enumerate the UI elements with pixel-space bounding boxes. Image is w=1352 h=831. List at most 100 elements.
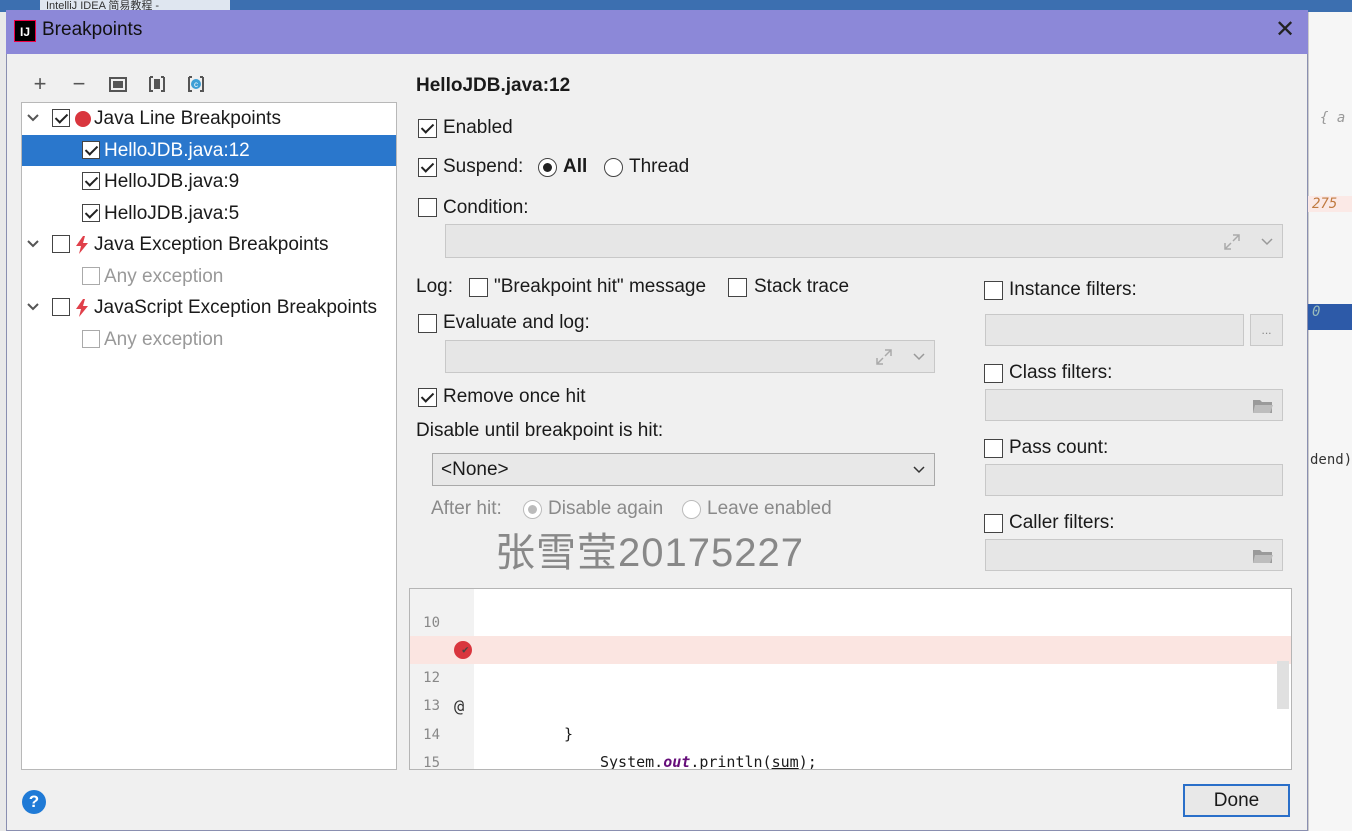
evaluate-and-log-checkbox[interactable] — [418, 314, 437, 333]
item-checkbox[interactable] — [82, 204, 100, 222]
background-code-snippet: 0 — [1308, 304, 1352, 330]
background-editor-pane — [1308, 12, 1352, 831]
pass-count-checkbox[interactable] — [984, 439, 1003, 458]
code-line: 10 sum += i; — [423, 615, 717, 660]
tree-group-javascript-exception[interactable]: JavaScript Exception Breakpoints — [22, 292, 396, 323]
tree-group-java-line[interactable]: Java Line Breakpoints — [22, 103, 396, 134]
close-button[interactable]: ✕ — [1272, 17, 1298, 43]
instance-filters-label: Instance filters: — [1009, 279, 1137, 300]
tree-item[interactable]: Any exception — [22, 261, 396, 292]
code-line: 13 } — [423, 698, 574, 743]
group-checkbox[interactable] — [52, 109, 70, 127]
item-checkbox[interactable] — [82, 172, 100, 190]
enabled-label: Enabled — [443, 117, 513, 138]
group-checkbox[interactable] — [52, 235, 70, 253]
instance-filters-input[interactable] — [985, 314, 1244, 346]
background-code-snippet: { a — [1320, 110, 1346, 126]
condition-input[interactable] — [445, 224, 1283, 258]
tree-item[interactable]: HelloJDB.java:9 — [22, 166, 396, 197]
leave-enabled-label: Leave enabled — [707, 498, 832, 519]
suspend-thread-radio[interactable] — [604, 158, 623, 177]
code-line: 11 — [410, 609, 1291, 659]
disable-again-label: Disable again — [548, 498, 664, 519]
override-marker-icon: @ — [454, 697, 465, 717]
help-button[interactable]: ? — [22, 790, 46, 814]
disable-until-value: <None> — [441, 459, 509, 480]
suspend-checkbox[interactable] — [418, 158, 437, 177]
chevron-down-icon[interactable] — [26, 237, 40, 251]
condition-checkbox[interactable] — [418, 198, 437, 217]
suspend-all-radio[interactable] — [538, 158, 557, 177]
item-checkbox[interactable] — [82, 141, 100, 159]
folder-icon[interactable] — [1252, 397, 1274, 415]
group-by-package-icon[interactable] — [106, 72, 130, 96]
stack-trace-label: Stack trace — [754, 276, 850, 297]
instance-filters-browse-button[interactable]: ... — [1250, 314, 1283, 346]
add-icon[interactable]: + — [28, 72, 52, 96]
code-preview: 10 sum += i; 11 12 ✔ System.out.println(… — [409, 588, 1292, 770]
evaluate-and-log-label: Evaluate and log: — [443, 312, 590, 333]
stack-trace-checkbox[interactable] — [728, 278, 747, 297]
suspend-label: Suspend: — [443, 156, 524, 177]
instance-filters-checkbox[interactable] — [984, 281, 1003, 300]
item-label: HelloJDB.java:12 — [104, 140, 250, 161]
pass-count-label: Pass count: — [1009, 437, 1109, 458]
evaluate-and-log-input[interactable] — [445, 340, 935, 373]
disable-until-select[interactable]: <None> — [432, 453, 935, 486]
group-by-class-icon[interactable]: c — [184, 72, 208, 96]
chevron-down-icon[interactable] — [912, 350, 926, 364]
remove-icon[interactable]: − — [67, 72, 91, 96]
caller-filters-checkbox[interactable] — [984, 514, 1003, 533]
item-label: HelloJDB.java:9 — [104, 171, 240, 192]
scrollbar[interactable] — [1277, 661, 1289, 709]
item-checkbox[interactable] — [82, 330, 100, 348]
class-filters-label: Class filters: — [1009, 362, 1113, 383]
title-bar — [6, 10, 1308, 54]
log-label: Log: — [416, 276, 453, 297]
disable-again-radio[interactable] — [523, 500, 542, 519]
background-code-snippet: 275 — [1308, 196, 1352, 212]
lightning-icon — [76, 299, 88, 317]
chevron-down-icon[interactable] — [26, 111, 40, 125]
leave-enabled-radio[interactable] — [682, 500, 701, 519]
group-label: Java Line Breakpoints — [94, 108, 281, 129]
group-checkbox[interactable] — [52, 298, 70, 316]
background-code-snippet: dend) — [1310, 452, 1352, 468]
enabled-checkbox[interactable] — [418, 119, 437, 138]
tree-item[interactable]: Any exception — [22, 324, 396, 355]
remove-once-hit-checkbox[interactable] — [418, 388, 437, 407]
breakpoint-hit-message-checkbox[interactable] — [469, 278, 488, 297]
expand-icon[interactable] — [874, 347, 894, 367]
code-line: 15 int sum = augend + addend; — [410, 721, 1291, 769]
folder-icon[interactable] — [1252, 547, 1274, 565]
remove-once-hit-label: Remove once hit — [443, 386, 586, 407]
svg-text:c: c — [194, 80, 198, 89]
caller-filters-input[interactable] — [985, 539, 1283, 571]
window-title: Breakpoints — [42, 19, 143, 40]
breakpoint-hit-message-label: "Breakpoint hit" message — [494, 276, 707, 297]
class-filters-checkbox[interactable] — [984, 364, 1003, 383]
caller-filters-label: Caller filters: — [1009, 512, 1115, 533]
suspend-thread-label: Thread — [629, 156, 690, 177]
tree-item[interactable]: HelloJDB.java:5 — [22, 198, 396, 229]
tree-item-selected[interactable]: HelloJDB.java:12 — [22, 135, 396, 166]
suspend-all-label: All — [563, 156, 588, 177]
disable-until-label: Disable until breakpoint is hit: — [416, 420, 664, 441]
breakpoint-heading: HelloJDB.java:12 — [416, 75, 571, 96]
lightning-icon — [76, 236, 88, 254]
chevron-down-icon[interactable] — [26, 300, 40, 314]
pass-count-input[interactable] — [985, 464, 1283, 496]
done-button[interactable]: Done — [1183, 784, 1290, 817]
red-dot-icon — [75, 111, 91, 127]
code-line: 16 return sum; — [410, 749, 1291, 769]
item-checkbox[interactable] — [82, 267, 100, 285]
group-by-file-icon[interactable] — [145, 72, 169, 96]
chevron-down-icon[interactable] — [1260, 235, 1274, 249]
intellij-app-icon: IJ — [14, 20, 36, 42]
tree-group-java-exception[interactable]: Java Exception Breakpoints — [22, 229, 396, 260]
chevron-down-icon — [913, 466, 925, 474]
class-filters-input[interactable] — [985, 389, 1283, 421]
code-line: 14 @ public static int add(int augend, i… — [410, 693, 1291, 743]
after-hit-label: After hit: — [431, 498, 502, 519]
expand-icon[interactable] — [1222, 232, 1242, 252]
